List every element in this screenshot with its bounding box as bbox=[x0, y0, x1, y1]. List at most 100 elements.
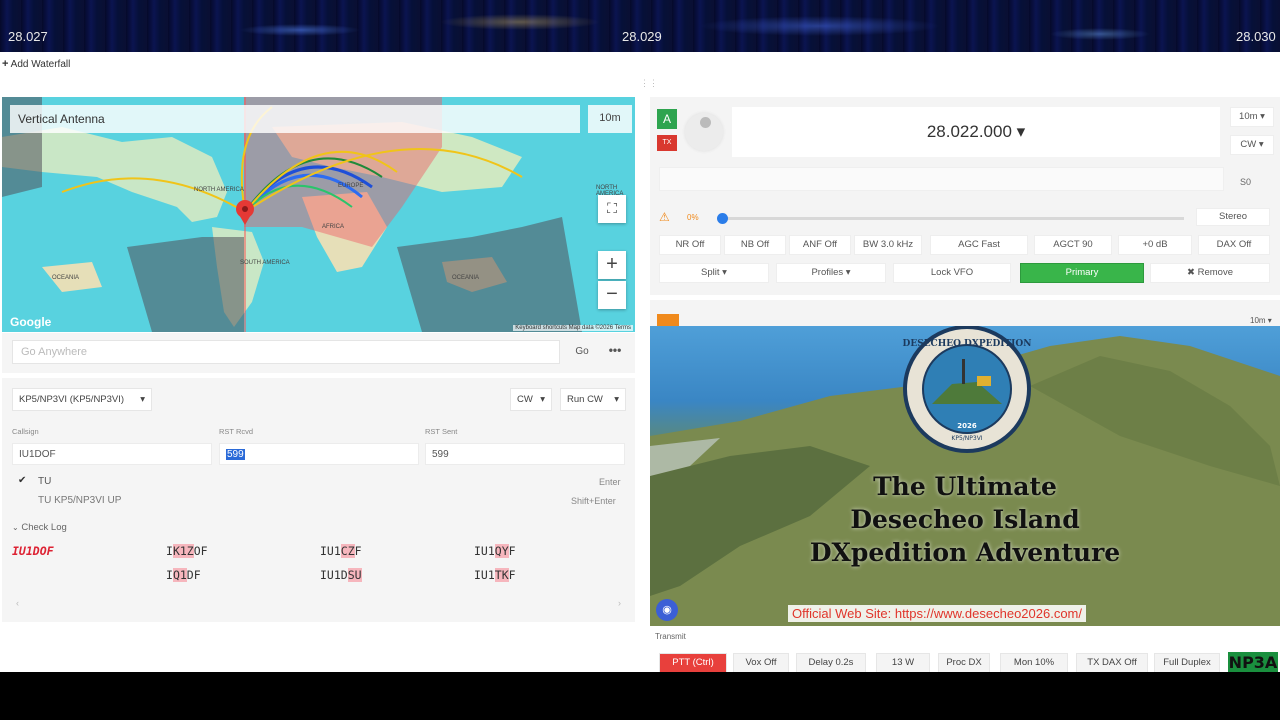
ptt-button[interactable]: PTT (Ctrl) bbox=[659, 653, 727, 673]
call-diff: Q1 bbox=[172, 568, 187, 582]
mode-select[interactable]: CW ▾ bbox=[510, 388, 552, 411]
propagation-map[interactable]: Vertical Antenna 10m NORTH AMERICA SOUTH… bbox=[2, 97, 635, 332]
audio-level-slider[interactable] bbox=[717, 213, 1184, 224]
chevron-down-icon: ▾ bbox=[140, 394, 145, 405]
check-log-call[interactable]: IU1DSU bbox=[320, 568, 362, 582]
check-log-call[interactable]: IU1TKF bbox=[474, 568, 516, 582]
check-log-call[interactable]: IK1ZOF bbox=[166, 544, 208, 558]
logging-panel: KP5/NP3VI (KP5/NP3VI) ▾ CW ▾ Run CW ▾ Ca… bbox=[2, 378, 635, 622]
callsign-field[interactable]: IU1DOF bbox=[12, 443, 212, 465]
check-log-call[interactable]: IQ1DF bbox=[166, 568, 201, 582]
call-diff: TK bbox=[494, 568, 509, 582]
power-button[interactable]: 13 W bbox=[876, 653, 930, 673]
primary-button[interactable]: Primary bbox=[1020, 263, 1144, 283]
split-button[interactable]: Split ▾ bbox=[659, 263, 769, 283]
call-text: IU1 bbox=[320, 544, 341, 558]
call-text: IU1 bbox=[474, 568, 495, 582]
check-log-call-dup[interactable]: IU1DOF bbox=[12, 544, 54, 558]
search-input[interactable]: Go Anywhere bbox=[12, 340, 560, 364]
proc-button[interactable]: Proc DX bbox=[938, 653, 990, 673]
slice-a-panel: A TX 28.022.000 ▾ 10m ▾ CW ▾ S0 ⚠ 0% Ste… bbox=[650, 97, 1280, 295]
check-log-toggle[interactable]: ⌄ Check Log bbox=[12, 522, 67, 533]
rst-rcvd-label: RST Rcvd bbox=[219, 427, 254, 436]
waterfall-display[interactable]: 28.027 28.029 28.030 bbox=[0, 0, 1280, 52]
lock-vfo-button[interactable]: Lock VFO bbox=[893, 263, 1011, 283]
mode-select-radio[interactable]: CW ▾ bbox=[1230, 135, 1274, 155]
agct-button[interactable]: AGCT 90 bbox=[1034, 235, 1112, 255]
run-mode-select-value: Run CW bbox=[567, 394, 603, 405]
stereo-button[interactable]: Stereo bbox=[1196, 208, 1270, 226]
slider-thumb[interactable] bbox=[717, 213, 728, 224]
nr-button[interactable]: NR Off bbox=[659, 235, 721, 255]
official-website-link[interactable]: Official Web Site: https://www.desecheo2… bbox=[788, 605, 1086, 622]
expedition-logo: DESECHEO DXPEDITION 2026 KP5/NP3VI bbox=[903, 326, 1031, 453]
zoom-in-button[interactable]: + bbox=[598, 251, 626, 279]
video-title-line-2: Desecheo Island bbox=[850, 505, 1080, 534]
call-text: F bbox=[508, 568, 516, 582]
slice-b-band[interactable]: 10m ▾ bbox=[1250, 316, 1272, 325]
slice-b-badge[interactable] bbox=[657, 314, 679, 326]
scroll-left-icon[interactable]: ‹ bbox=[16, 598, 19, 608]
macro-tu[interactable]: TU bbox=[38, 476, 51, 487]
call-text: F bbox=[354, 544, 362, 558]
check-log-call[interactable]: IU1CZF bbox=[320, 544, 362, 558]
call-text: IU1D bbox=[320, 568, 348, 582]
call-text: I bbox=[166, 544, 173, 558]
bandwidth-button[interactable]: BW 3.0 kHz bbox=[854, 235, 922, 255]
anf-button[interactable]: ANF Off bbox=[789, 235, 851, 255]
band-select[interactable]: 10m ▾ bbox=[1230, 107, 1274, 127]
call-diff: K1Z bbox=[172, 544, 194, 558]
map-credit[interactable]: Keyboard shortcuts Map data ©2026 Terms bbox=[513, 325, 633, 331]
zoom-out-button[interactable]: − bbox=[598, 281, 626, 309]
call-diff: CZ bbox=[340, 544, 355, 558]
sdr-app: 28.027 28.029 28.030 + Add Waterfall ⋮⋮ bbox=[0, 0, 1280, 720]
logo-year: 2026 bbox=[957, 422, 977, 430]
rst-sent-label: RST Sent bbox=[425, 427, 458, 436]
tx-dax-button[interactable]: TX DAX Off bbox=[1076, 653, 1148, 673]
panel-resize-handle[interactable]: ⋮⋮ bbox=[640, 78, 658, 89]
slice-a-badge[interactable]: A bbox=[657, 109, 677, 129]
tx-badge[interactable]: TX bbox=[657, 135, 677, 151]
level-percent: 0% bbox=[687, 213, 699, 222]
add-waterfall-button[interactable]: + Add Waterfall bbox=[2, 58, 70, 70]
frequency-display[interactable]: 28.022.000 ▾ bbox=[732, 107, 1220, 157]
run-mode-select[interactable]: Run CW ▾ bbox=[560, 388, 626, 411]
plus-icon: + bbox=[2, 58, 9, 70]
fullscreen-icon[interactable]: ⛶ bbox=[598, 195, 626, 223]
mode-select-value: CW bbox=[517, 394, 533, 405]
map-label-oceania-left: OCEANIA bbox=[52, 275, 80, 281]
agc-button[interactable]: AGC Fast bbox=[930, 235, 1028, 255]
promo-video[interactable]: DESECHEO DXPEDITION 2026 KP5/NP3VI The U… bbox=[650, 326, 1280, 626]
go-button[interactable]: Go bbox=[570, 341, 594, 363]
nb-button[interactable]: NB Off bbox=[724, 235, 786, 255]
macro-tu-up[interactable]: TU KP5/NP3VI UP bbox=[38, 495, 121, 506]
chevron-down-icon: ▾ bbox=[540, 394, 545, 405]
rst-rcvd-value: 599 bbox=[226, 449, 245, 460]
monitor-button[interactable]: Mon 10% bbox=[1000, 653, 1068, 673]
s-meter bbox=[659, 167, 1224, 191]
remove-button[interactable]: ✖ Remove bbox=[1150, 263, 1270, 283]
check-log-call[interactable]: IU1QYF bbox=[474, 544, 516, 558]
rst-sent-field[interactable]: 599 bbox=[425, 443, 625, 465]
rst-rcvd-field[interactable]: 599 bbox=[219, 443, 419, 465]
logo-call: KP5/NP3VI bbox=[951, 435, 982, 442]
gain-button[interactable]: +0 dB bbox=[1118, 235, 1192, 255]
video-letterbox-bar bbox=[0, 672, 1280, 720]
map-band-label[interactable]: 10m bbox=[588, 105, 632, 133]
scroll-right-icon[interactable]: › bbox=[618, 598, 621, 608]
full-duplex-button[interactable]: Full Duplex bbox=[1154, 653, 1220, 673]
call-text: I bbox=[166, 568, 173, 582]
video-badge-icon: ◉ bbox=[656, 599, 678, 621]
check-log-label: Check Log bbox=[21, 522, 67, 533]
more-options-button[interactable]: ••• bbox=[602, 341, 628, 363]
dax-button[interactable]: DAX Off bbox=[1198, 235, 1270, 255]
station-select[interactable]: KP5/NP3VI (KP5/NP3VI) ▾ bbox=[12, 388, 152, 411]
waterfall-freq-center: 28.029 bbox=[622, 29, 662, 44]
profiles-button[interactable]: Profiles ▾ bbox=[776, 263, 886, 283]
vox-button[interactable]: Vox Off bbox=[733, 653, 789, 673]
call-text: F bbox=[508, 544, 516, 558]
call-diff: QY bbox=[494, 544, 509, 558]
waterfall-freq-left: 28.027 bbox=[8, 29, 48, 44]
delay-button[interactable]: Delay 0.2s bbox=[796, 653, 866, 673]
station-select-value: KP5/NP3VI (KP5/NP3VI) bbox=[19, 394, 125, 405]
